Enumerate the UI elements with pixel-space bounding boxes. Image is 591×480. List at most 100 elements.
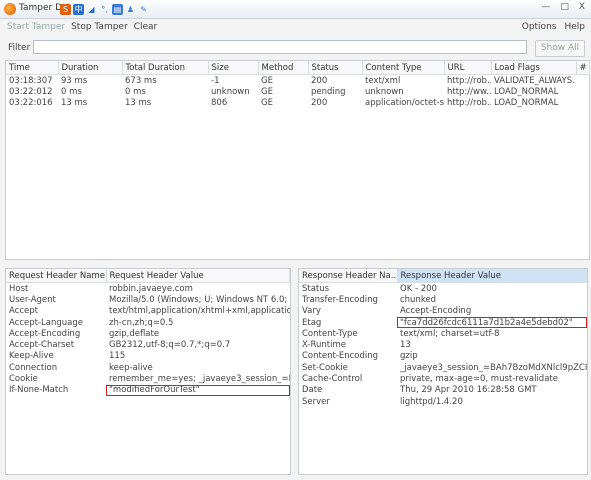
table-row[interactable]: Content-Encoding gzip [299, 351, 587, 362]
table-row[interactable]: Transfer-Encoding chunked [299, 294, 587, 305]
header-name: Set-Cookie [302, 362, 348, 373]
header-value: robbin.javaeye.com [109, 283, 193, 294]
header-value: _javaeye3_session_=BAh7BzoMdXNlcl9pZCIuK… [400, 362, 587, 373]
col-status[interactable]: Status [308, 61, 363, 75]
table-row[interactable]: 03:22:012 0 ms 0 ms unknown GE pending u… [6, 86, 589, 97]
cell: 03:18:307 [9, 75, 53, 86]
table-row[interactable]: Server lighttpd/1.4.20 [299, 396, 587, 407]
header-name: Transfer-Encoding [302, 294, 378, 305]
col-response-header-name[interactable]: Response Header Na... [299, 269, 398, 283]
header-name: Status [302, 283, 330, 294]
header-name: Server [302, 396, 330, 407]
close-button[interactable]: X [579, 2, 585, 12]
table-row[interactable]: X-Runtime 13 [299, 339, 587, 350]
maximize-button[interactable]: □ [560, 2, 569, 12]
table-row[interactable]: Date Thu, 29 Apr 2010 16:28:58 GMT [299, 385, 587, 396]
table-row[interactable]: Keep-Alive 115 [6, 351, 290, 362]
header-name: Date [302, 385, 323, 396]
col-size[interactable]: Size [208, 61, 259, 75]
col-time[interactable]: Time [6, 61, 59, 75]
help-menu[interactable]: Help [564, 22, 585, 32]
cell: 03:22:012 [9, 86, 53, 97]
table-row[interactable]: User-Agent Mozilla/5.0 (Windows; U; Windo… [6, 294, 290, 305]
col-request-header-name[interactable]: Request Header Name [6, 269, 107, 283]
cell: http://rob... [447, 97, 491, 108]
col-total-duration[interactable]: Total Duration [122, 61, 209, 75]
cell: text/xml [365, 75, 401, 86]
table-row[interactable]: Connection keep-alive [6, 362, 290, 373]
header-name: Cookie [9, 374, 38, 385]
cell: 673 ms [125, 75, 157, 86]
table-row[interactable]: Vary Accept-Encoding [299, 306, 587, 317]
start-tamper-button[interactable]: Start Tamper [7, 22, 65, 32]
chinese-input-icon: 中 [73, 3, 84, 15]
cell: http://ww... [447, 86, 491, 97]
header-value: remember_me=yes; _javaeye3_session_=BAh7… [109, 374, 290, 385]
table-row[interactable]: Accept-Encoding gzip,deflate [6, 328, 290, 339]
header-name: If-None-Match [9, 385, 69, 396]
table-row[interactable]: Set-Cookie _javaeye3_session_=BAh7BzoMdXN… [299, 362, 587, 373]
header-value: gzip [400, 351, 418, 362]
table-row[interactable]: Cookie remember_me=yes; _javaeye3_session… [6, 373, 290, 384]
request-headers-panel[interactable]: Request Header Name Request Header Value… [5, 268, 291, 475]
moon-icon: ◢ [88, 4, 95, 14]
col-url[interactable]: URL [444, 61, 492, 75]
table-row[interactable]: Cache-Control private, max-age=0, must-re… [299, 373, 587, 384]
input-method-icon: S [60, 3, 71, 15]
col-content-type[interactable]: Content Type [362, 61, 445, 75]
cell: 0 ms [61, 86, 82, 97]
header-value: text/xml; charset=utf-8 [400, 328, 500, 339]
cell: pending [311, 86, 346, 97]
table-row[interactable]: Accept-Charset GB2312,utf-8;q=0.7,*;q=0.7 [6, 339, 290, 350]
col-load-flags[interactable]: Load Flags [491, 61, 577, 75]
request-list-header: Time Duration Total Duration Size Method… [6, 61, 590, 75]
response-headers-panel[interactable]: Response Header Na... Response Header Va… [298, 268, 588, 475]
header-value-highlighted: "modifiedForOurTest" [106, 384, 290, 396]
cell: 13 ms [125, 97, 152, 108]
col-response-header-value[interactable]: Response Header Value [397, 269, 587, 283]
show-all-button[interactable]: Show All [535, 40, 585, 57]
response-headers-header: Response Header Na... Response Header Va… [299, 269, 587, 283]
firefox-icon [4, 3, 16, 15]
col-request-header-value[interactable]: Request Header Value [106, 269, 290, 283]
table-row[interactable]: Status OK - 200 [299, 283, 587, 295]
horizontal-splitter[interactable] [5, 262, 588, 267]
table-row[interactable]: 03:18:307 93 ms 673 ms -1 GE 200 text/xm… [6, 75, 589, 87]
table-row[interactable]: Host robbin.javaeye.com [6, 283, 290, 295]
table-row[interactable]: Accept-Language zh-cn,zh;q=0.5 [6, 317, 290, 328]
table-row[interactable]: 03:22:016 13 ms 13 ms 806 GE 200 applica… [6, 97, 589, 108]
stop-tamper-button[interactable]: Stop Tamper [71, 22, 128, 32]
cell [576, 86, 589, 97]
minimize-button[interactable]: — [541, 2, 550, 12]
headers-area: Request Header Name Request Header Value… [5, 268, 588, 475]
header-name: Host [9, 283, 29, 294]
cell: 93 ms [61, 75, 88, 86]
header-value: text/html,application/xhtml+xml,applicat… [109, 306, 290, 317]
header-name: Etag [302, 317, 322, 328]
header-value: gzip,deflate [109, 328, 160, 339]
table-row[interactable]: Etag "fca7dd26fcdc6111a7d1b2a4e5debd02" [299, 316, 587, 329]
header-value: private, max-age=0, must-revalidate [400, 374, 558, 385]
header-value-highlighted: "fca7dd26fcdc6111a7d1b2a4e5debd02" [397, 316, 587, 329]
header-name: Content-Encoding [302, 351, 379, 362]
col-duration[interactable]: Duration [58, 61, 123, 75]
header-value: Thu, 29 Apr 2010 16:28:58 GMT [400, 385, 537, 396]
keyboard-icon: ▤ [112, 3, 123, 15]
cell: 0 ms [125, 86, 146, 97]
cell: GE [261, 86, 273, 97]
table-row[interactable]: If-None-Match "modifiedForOurTest" [6, 384, 290, 396]
table-row[interactable]: Content-Type text/xml; charset=utf-8 [299, 328, 587, 339]
header-value: Mozilla/5.0 (Windows; U; Windows NT 6.0;… [109, 294, 290, 305]
request-list[interactable]: Time Duration Total Duration Size Method… [5, 60, 590, 260]
table-row[interactable]: Accept text/html,application/xhtml+xml,ap… [6, 306, 290, 317]
filter-label: Filter [8, 43, 31, 53]
header-value: keep-alive [109, 362, 153, 373]
header-name: Vary [302, 306, 321, 317]
filter-input[interactable] [33, 40, 527, 54]
col-picker[interactable]: # [576, 61, 590, 75]
cell: LOAD_NORMAL [494, 86, 559, 97]
clear-button[interactable]: Clear [134, 22, 158, 32]
col-method[interactable]: Method [258, 61, 309, 75]
header-name: Accept [9, 306, 38, 317]
options-menu[interactable]: Options [522, 22, 557, 32]
